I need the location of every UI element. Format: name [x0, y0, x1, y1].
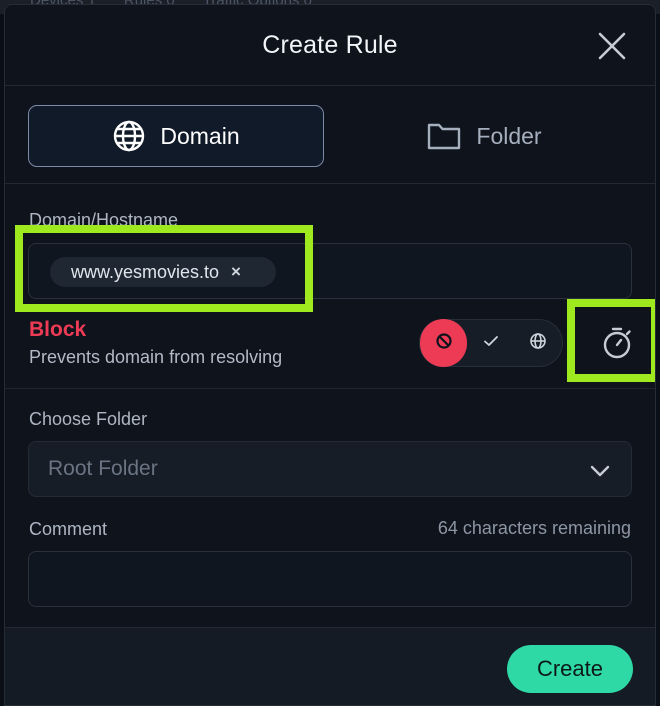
characters-remaining: 64 characters remaining	[437, 518, 631, 538]
create-rule-modal: Create Rule Domain Folder Domain/Hostnam…	[4, 4, 656, 706]
chevron-down-icon	[589, 460, 611, 484]
modal-footer: Create	[5, 627, 655, 705]
modal-title: Create Rule	[262, 30, 398, 59]
tab-label: Domain	[160, 122, 240, 149]
folder-icon	[426, 120, 462, 152]
globe-icon	[529, 332, 547, 355]
block-option[interactable]	[420, 319, 468, 367]
globe-icon	[112, 119, 146, 153]
tab-label: Folder	[476, 122, 542, 149]
modal-header: Create Rule	[5, 5, 655, 86]
highlight-box	[15, 225, 313, 312]
comment-input[interactable]	[28, 551, 632, 607]
folder-label: Choose Folder	[29, 409, 148, 429]
section-divider	[5, 388, 655, 389]
close-icon[interactable]	[595, 29, 629, 63]
action-description: Prevents domain from resolving	[29, 347, 283, 367]
block-icon	[435, 332, 453, 355]
comment-label: Comment	[29, 519, 108, 539]
highlight-box	[567, 299, 655, 382]
tab-domain[interactable]: Domain	[28, 105, 324, 167]
folder-select[interactable]: Root Folder	[28, 441, 632, 497]
allow-option[interactable]	[467, 319, 514, 367]
create-button[interactable]: Create	[507, 645, 633, 693]
action-title: Block	[29, 318, 87, 341]
folder-select-value: Root Folder	[48, 457, 158, 480]
action-toggle	[419, 319, 563, 367]
redirect-option[interactable]	[515, 319, 562, 367]
check-icon	[483, 334, 499, 353]
rule-type-tabs: Domain Folder	[5, 86, 655, 184]
tab-folder[interactable]: Folder	[336, 105, 632, 167]
